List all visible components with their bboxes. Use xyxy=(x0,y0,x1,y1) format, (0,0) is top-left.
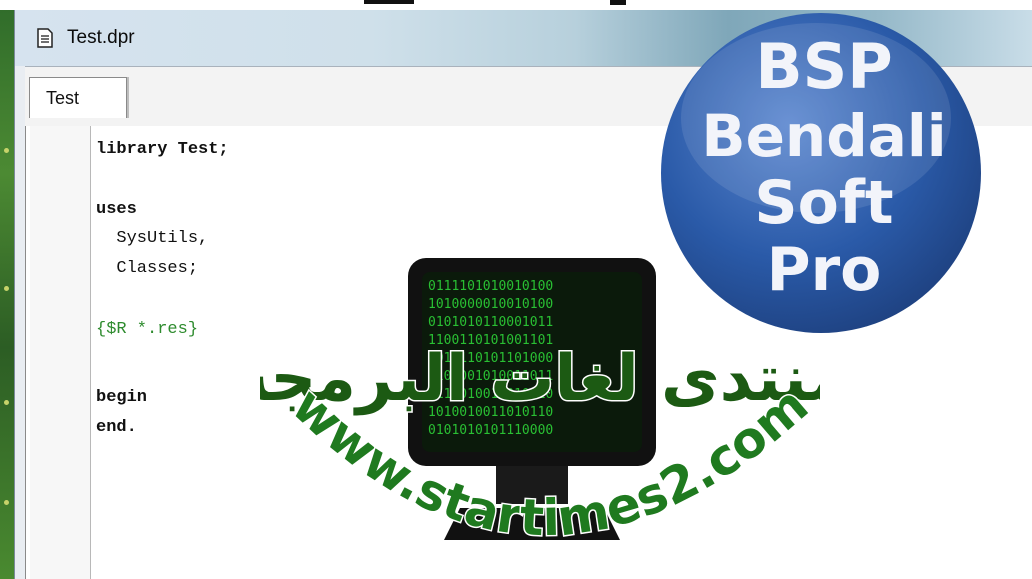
svg-text:0101010110001011: 0101010110001011 xyxy=(428,315,553,330)
tab-label: Test xyxy=(46,88,80,108)
code-line: library Test; xyxy=(96,140,229,159)
editor-gutter xyxy=(30,126,91,579)
code-line: Classes; xyxy=(96,259,199,278)
forum-watermark: 0111101010010100 1010000010010100 010101… xyxy=(260,258,820,549)
desktop-background xyxy=(0,0,14,579)
document-icon xyxy=(37,28,53,48)
code-line: begin xyxy=(96,388,148,407)
code-line: SysUtils, xyxy=(96,229,209,248)
logo-line-bsp: BSP xyxy=(755,30,892,103)
svg-text:0101010101110000: 0101010101110000 xyxy=(428,423,553,438)
logo-line-bendali: Bendali xyxy=(701,102,946,170)
window-title: Test.dpr xyxy=(67,27,135,48)
svg-text:0111101010010100: 0111101010010100 xyxy=(428,279,553,294)
tab-test[interactable]: Test xyxy=(29,77,127,118)
code-line: end. xyxy=(96,418,137,437)
code-line-comment: {$R *.res} xyxy=(96,320,199,339)
code-line: uses xyxy=(96,200,137,219)
svg-text:1010000010010100: 1010000010010100 xyxy=(428,297,553,312)
logo-line-soft: Soft xyxy=(754,168,893,238)
